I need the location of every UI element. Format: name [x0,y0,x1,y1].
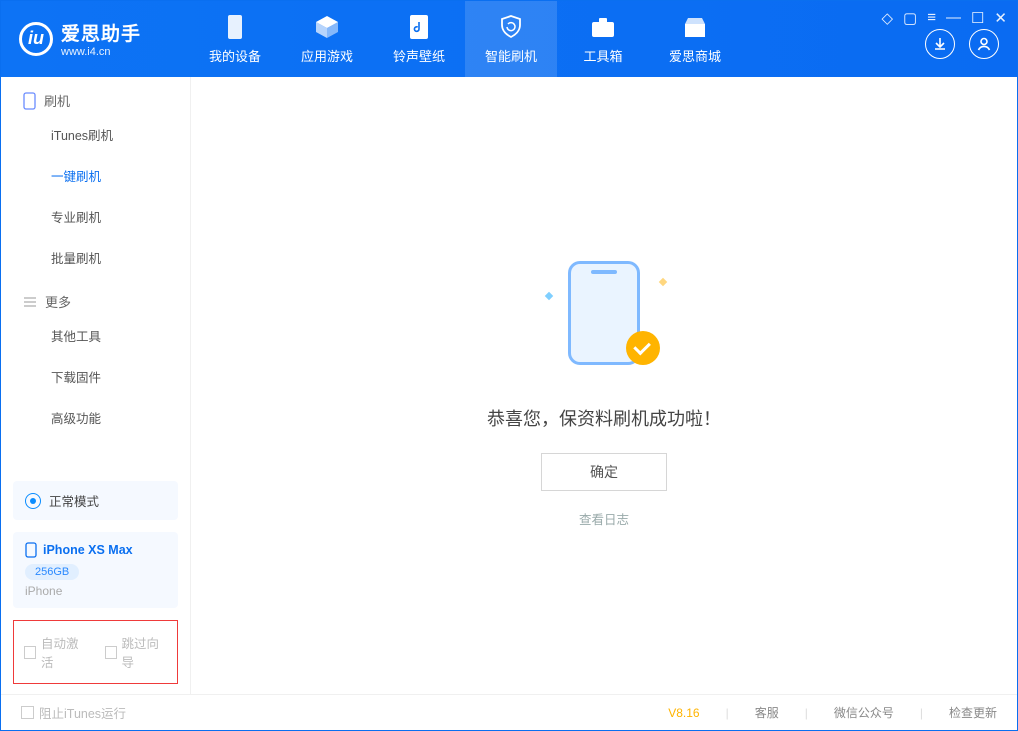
main-panel: 恭喜您，保资料刷机成功啦！ 确定 查看日志 [191,77,1017,694]
confirm-button[interactable]: 确定 [541,453,667,491]
sidebar-item-batch-flash[interactable]: 批量刷机 [1,237,190,278]
mode-label: 正常模式 [49,491,99,510]
success-illustration [534,243,674,383]
footer-link-wechat[interactable]: 微信公众号 [834,704,894,721]
sidebar-item-other-tools[interactable]: 其他工具 [1,315,190,356]
list-icon [23,296,37,308]
tab-label: 铃声壁纸 [393,46,445,65]
feedback-icon[interactable]: ▢ [903,9,917,27]
tab-smart-flash[interactable]: 智能刷机 [465,1,557,77]
checkbox-label: 阻止iTunes运行 [39,703,126,722]
checkbox-icon [24,646,36,659]
success-check-icon [626,331,660,365]
highlighted-options: 自动激活 跳过向导 [13,620,178,684]
logo-mark-icon: iu [19,22,53,56]
tab-label: 我的设备 [209,46,261,65]
content-area: 刷机 iTunes刷机 一键刷机 专业刷机 批量刷机 更多 其他工具 下载固件 … [1,77,1017,694]
app-window: iu 爱思助手 www.i4.cn 我的设备 应用游戏 铃声壁纸 智能刷机 [0,0,1018,731]
device-type: iPhone [25,584,166,598]
tab-label: 工具箱 [583,46,622,65]
title-bar: iu 爱思助手 www.i4.cn 我的设备 应用游戏 铃声壁纸 智能刷机 [1,1,1017,77]
tab-label: 智能刷机 [485,46,537,65]
sidebar-item-advanced[interactable]: 高级功能 [1,397,190,438]
sidebar-item-pro-flash[interactable]: 专业刷机 [1,196,190,237]
briefcase-icon [590,14,616,40]
tab-label: 爱思商城 [669,46,721,65]
app-name: 爱思助手 [61,19,141,46]
checkbox-icon [21,706,34,719]
sidebar-item-oneclick-flash[interactable]: 一键刷机 [1,155,190,196]
auto-activate-checkbox[interactable]: 自动激活 [24,633,87,671]
header-actions [925,29,999,59]
device-mode-box[interactable]: 正常模式 [13,481,178,520]
account-button[interactable] [969,29,999,59]
skip-guide-checkbox[interactable]: 跳过向导 [105,633,168,671]
tab-ringtones[interactable]: 铃声壁纸 [373,1,465,77]
checkbox-label: 自动激活 [41,633,87,671]
phone-outline-icon [23,92,36,110]
sidebar-item-download-firmware[interactable]: 下载固件 [1,356,190,397]
app-logo: iu 爱思助手 www.i4.cn [19,1,189,58]
section-label: 更多 [45,292,71,311]
sidebar-item-itunes-flash[interactable]: iTunes刷机 [1,114,190,155]
device-icon [222,14,248,40]
phone-icon [25,542,37,558]
section-label: 刷机 [44,91,70,110]
minimize-button[interactable]: ― [946,9,961,27]
sidebar-section-more: 更多 [1,278,190,315]
window-controls: ◇ ▢ ≡ ― ☐ ✕ [881,9,1007,27]
status-bar: 阻止iTunes运行 V8.16 | 客服 | 微信公众号 | 检查更新 [1,694,1017,730]
sparkle-icon [659,278,667,286]
main-nav: 我的设备 应用游戏 铃声壁纸 智能刷机 工具箱 爱思商城 [189,1,741,77]
tab-apps-games[interactable]: 应用游戏 [281,1,373,77]
tab-store[interactable]: 爱思商城 [649,1,741,77]
store-icon [682,14,708,40]
shield-refresh-icon [498,14,524,40]
sidebar-section-flash: 刷机 [1,77,190,114]
shirt-icon[interactable]: ◇ [881,9,893,27]
checkbox-icon [105,646,117,659]
block-itunes-checkbox[interactable]: 阻止iTunes运行 [21,703,126,722]
success-message: 恭喜您，保资料刷机成功啦！ [487,405,721,431]
menu-icon[interactable]: ≡ [927,9,936,27]
device-info-box[interactable]: iPhone XS Max 256GB iPhone [13,532,178,608]
sparkle-icon [545,292,553,300]
tab-toolbox[interactable]: 工具箱 [557,1,649,77]
footer-link-update[interactable]: 检查更新 [949,704,997,721]
tab-label: 应用游戏 [301,46,353,65]
version-label: V8.16 [668,706,699,720]
tab-my-device[interactable]: 我的设备 [189,1,281,77]
maximize-button[interactable]: ☐ [971,9,984,27]
mode-indicator-icon [25,493,41,509]
footer-link-support[interactable]: 客服 [755,704,779,721]
sidebar: 刷机 iTunes刷机 一键刷机 专业刷机 批量刷机 更多 其他工具 下载固件 … [1,77,191,694]
view-log-link[interactable]: 查看日志 [579,509,629,528]
device-capacity: 256GB [25,564,79,580]
cube-icon [314,14,340,40]
close-button[interactable]: ✕ [994,9,1007,27]
app-url: www.i4.cn [61,46,141,58]
checkbox-label: 跳过向导 [122,633,168,671]
device-name: iPhone XS Max [43,543,133,557]
download-button[interactable] [925,29,955,59]
music-file-icon [406,14,432,40]
